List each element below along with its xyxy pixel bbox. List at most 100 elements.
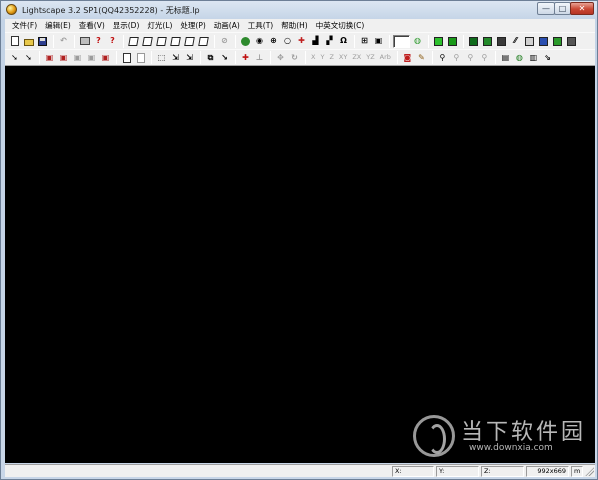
menu-animation[interactable]: 动画(A) bbox=[210, 19, 244, 32]
window-button-1[interactable]: ▤ bbox=[499, 51, 512, 64]
axis-z-button[interactable]: Z bbox=[327, 51, 335, 64]
save-file-button[interactable] bbox=[36, 35, 49, 48]
paint-button[interactable]: ✎ bbox=[415, 51, 428, 64]
help-button[interactable]: ? bbox=[92, 35, 105, 48]
shading-button[interactable]: ◍ bbox=[411, 35, 424, 48]
material-button[interactable]: ◙ bbox=[401, 51, 414, 64]
render-button-2[interactable] bbox=[446, 35, 459, 48]
light-tool-button[interactable]: ⊥ bbox=[253, 51, 266, 64]
window-button-3[interactable]: ▥ bbox=[527, 51, 540, 64]
move-button[interactable]: ↘ bbox=[218, 51, 231, 64]
view-button-2[interactable] bbox=[141, 35, 154, 48]
3d-viewport[interactable] bbox=[5, 66, 595, 463]
transform-button-3[interactable]: ⇲ bbox=[183, 51, 196, 64]
menu-tools[interactable]: 工具(T) bbox=[244, 19, 277, 32]
menu-language-toggle[interactable]: 中英文切换(C) bbox=[312, 19, 369, 32]
layer-button-1[interactable] bbox=[120, 51, 133, 64]
snap-button-2[interactable]: ↻ bbox=[288, 51, 301, 64]
process-button-2[interactable] bbox=[481, 35, 494, 48]
axis-zx-button[interactable]: ZX bbox=[350, 51, 363, 64]
fly-button[interactable]: ▞ bbox=[323, 35, 336, 48]
view-button-3[interactable] bbox=[155, 35, 168, 48]
process-button-4[interactable]: ⁄⁄ bbox=[509, 35, 522, 48]
minimize-button[interactable]: — bbox=[537, 2, 555, 15]
menu-help[interactable]: 帮助(H) bbox=[277, 19, 312, 32]
pick-button-4[interactable]: ▣ bbox=[85, 51, 98, 64]
menu-view[interactable]: 查看(V) bbox=[75, 19, 109, 32]
maximize-button[interactable]: □ bbox=[554, 2, 571, 15]
camera-button[interactable]: ▣ bbox=[372, 35, 385, 48]
figure-button-2[interactable]: ⚲ bbox=[450, 51, 463, 64]
axis-x-button[interactable]: X bbox=[309, 51, 317, 64]
zoom-extents-button[interactable]: ⊘ bbox=[218, 35, 231, 48]
process-icon bbox=[553, 36, 562, 46]
main-toolbar: ↶ ? ? ⊘ ◉ ⊕ ○ ✚ ▟ ▞ Ω ⊞ ▣ ◍ ⁄⁄ bbox=[5, 32, 595, 49]
resize-grip-icon[interactable] bbox=[584, 466, 594, 476]
layer-page-icon bbox=[122, 52, 131, 63]
transform-button-2[interactable]: ⇲ bbox=[169, 51, 182, 64]
process-button-1[interactable] bbox=[467, 35, 480, 48]
menu-edit[interactable]: 编辑(E) bbox=[41, 19, 75, 32]
toolbar-separator bbox=[428, 34, 429, 48]
orbit-button[interactable]: ◉ bbox=[253, 35, 266, 48]
rotate-view-button[interactable]: Ω bbox=[337, 35, 350, 48]
axis-yz-button[interactable]: YZ bbox=[364, 51, 376, 64]
process-button-5[interactable] bbox=[523, 35, 536, 48]
undo-button[interactable]: ↶ bbox=[57, 35, 70, 48]
view-button-1[interactable] bbox=[127, 35, 140, 48]
axis-xy-button[interactable]: XY bbox=[337, 51, 349, 64]
pick-button-2[interactable]: ▣ bbox=[57, 51, 70, 64]
context-help-button[interactable]: ? bbox=[106, 35, 119, 48]
close-button[interactable]: ✕ bbox=[570, 2, 594, 15]
view-button-5[interactable] bbox=[183, 35, 196, 48]
open-file-button[interactable] bbox=[22, 35, 35, 48]
zoom-all-button[interactable]: ⊞ bbox=[358, 35, 371, 48]
toolbar-separator bbox=[39, 51, 40, 64]
figure-button-4[interactable]: ⚲ bbox=[478, 51, 491, 64]
zoom-window-button[interactable]: ⊕ bbox=[267, 35, 280, 48]
print-button[interactable] bbox=[78, 35, 91, 48]
select-button[interactable]: ➘ bbox=[8, 51, 21, 64]
light-tool-icon: ⊥ bbox=[255, 52, 264, 62]
walk-button[interactable] bbox=[239, 35, 252, 48]
process-button-7[interactable] bbox=[551, 35, 564, 48]
view-button-4[interactable] bbox=[169, 35, 182, 48]
menu-light[interactable]: 灯光(L) bbox=[143, 19, 176, 32]
zoom-button[interactable]: ○ bbox=[281, 35, 294, 48]
window-button-4[interactable]: ⇘ bbox=[541, 51, 554, 64]
process-button-3[interactable] bbox=[495, 35, 508, 48]
select-plus-button[interactable]: ➘ bbox=[22, 51, 35, 64]
menu-display[interactable]: 显示(D) bbox=[109, 19, 144, 32]
display-mode-button[interactable] bbox=[393, 34, 410, 48]
rotate-icon: Ω bbox=[340, 36, 347, 45]
window-icon: ⇘ bbox=[544, 52, 551, 62]
toolbar-separator bbox=[235, 34, 236, 48]
menu-file[interactable]: 文件(F) bbox=[8, 19, 41, 32]
pan-button[interactable]: ✚ bbox=[295, 35, 308, 48]
window-title: Lightscape 3.2 SP1(QQ42352228) - 无标题.lp bbox=[22, 6, 200, 15]
view-button-6[interactable] bbox=[197, 35, 210, 48]
axis-arb-button[interactable]: Arb bbox=[378, 51, 393, 64]
add-light-button[interactable]: ✚ bbox=[239, 51, 252, 64]
lightscape-app-icon[interactable] bbox=[6, 4, 17, 15]
title-bar[interactable]: Lightscape 3.2 SP1(QQ42352228) - 无标题.lp … bbox=[1, 1, 597, 19]
pick-button-1[interactable]: ▣ bbox=[43, 51, 56, 64]
transform-button-1[interactable]: ⬚ bbox=[155, 51, 168, 64]
snap-button-1[interactable]: ✥ bbox=[274, 51, 287, 64]
pick-button-3[interactable]: ▣ bbox=[71, 51, 84, 64]
dolly-button[interactable]: ▟ bbox=[309, 35, 322, 48]
layer-button-2[interactable] bbox=[134, 51, 147, 64]
figure-button-1[interactable]: ⚲ bbox=[436, 51, 449, 64]
copy-button[interactable]: ⧉ bbox=[204, 51, 217, 64]
pick-button-5[interactable]: ▣ bbox=[99, 51, 112, 64]
render-button-1[interactable] bbox=[432, 35, 445, 48]
figure-icon: ⚲ bbox=[481, 52, 488, 62]
process-button-6[interactable] bbox=[537, 35, 550, 48]
window-button-2[interactable]: ◍ bbox=[513, 51, 526, 64]
new-file-button[interactable] bbox=[8, 35, 21, 48]
figure-button-3[interactable]: ⚲ bbox=[464, 51, 477, 64]
edit-toolbar: ➘ ➘ ▣ ▣ ▣ ▣ ▣ ⬚ ⇲ ⇲ ⧉ ↘ ✚ ⊥ ✥ ↻ X Y Z XY… bbox=[5, 49, 595, 66]
menu-process[interactable]: 处理(P) bbox=[176, 19, 209, 32]
axis-y-button[interactable]: Y bbox=[318, 51, 326, 64]
process-button-8[interactable] bbox=[565, 35, 578, 48]
